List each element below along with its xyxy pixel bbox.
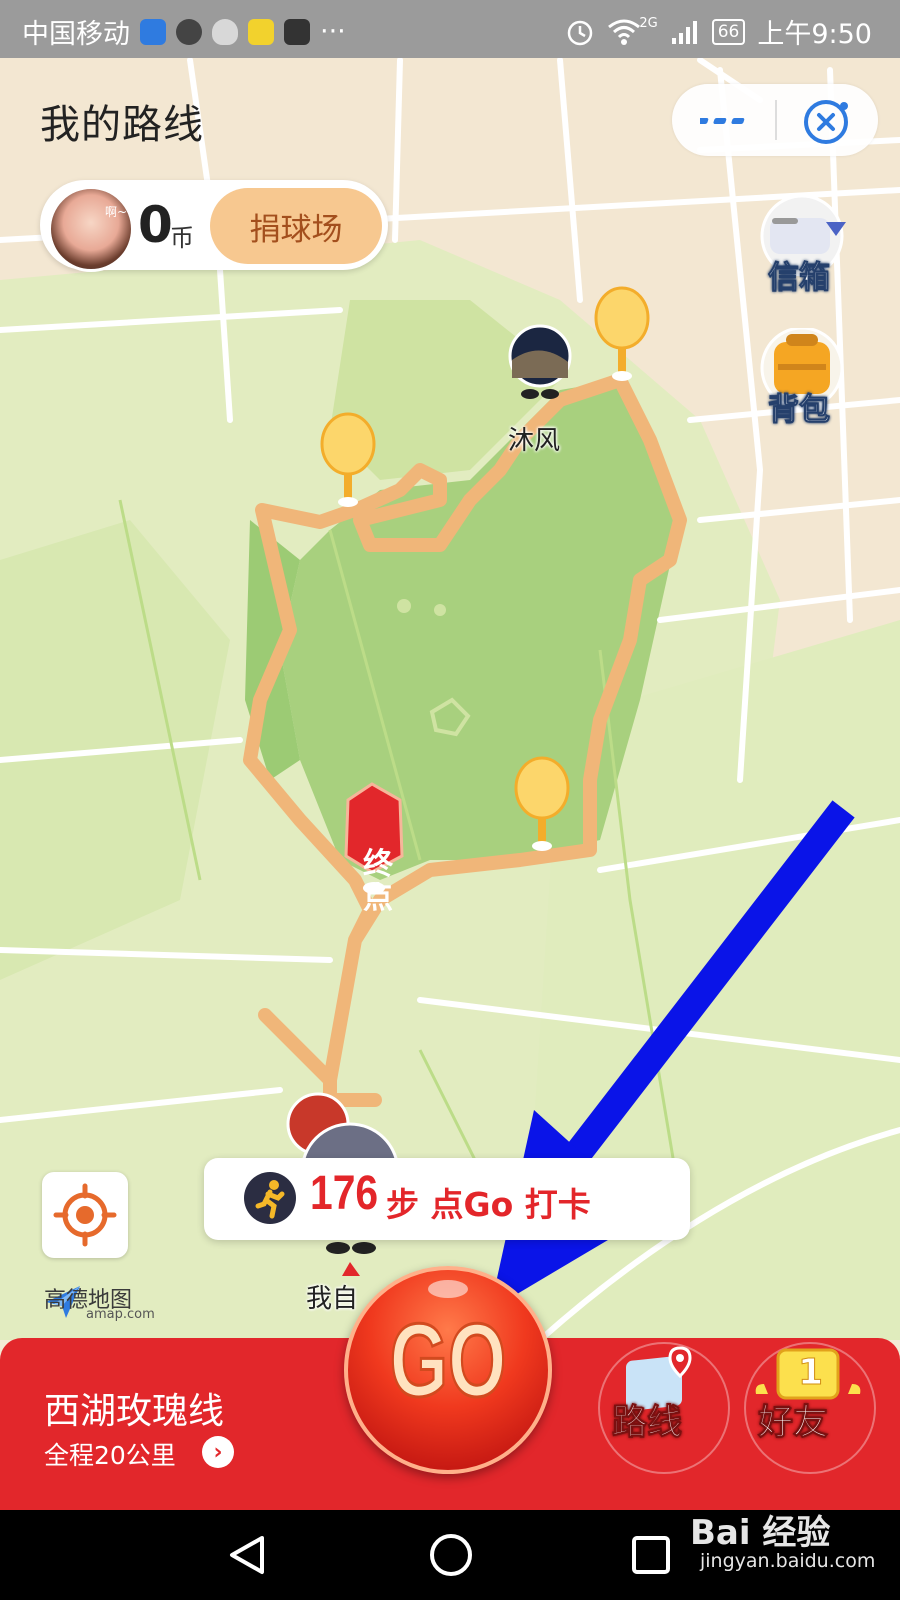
status-left: 中国移动 ··· (22, 12, 346, 51)
friend-name-label: 沐风 (508, 426, 561, 456)
more-notifications-icon: ··· (320, 16, 346, 47)
donate-button[interactable]: 捐球场 (210, 188, 382, 264)
me-label: 我自 (306, 1284, 359, 1314)
step-hint: 步 点Go 打卡 (386, 1185, 591, 1224)
avatar-tag: 啊~ (104, 205, 127, 219)
locate-icon (53, 1183, 117, 1247)
go-highlight (428, 1280, 468, 1298)
page-title: 我的路线 (40, 102, 204, 148)
mailbox-label: 信箱 (768, 260, 831, 297)
app-icon (248, 18, 274, 45)
network-type: 2G (639, 16, 658, 31)
coin-unit: 币 (170, 224, 194, 252)
toutiao-icon (284, 18, 310, 45)
friends-badge: 1 (797, 1352, 824, 1394)
more-button[interactable] (695, 96, 756, 144)
browser-app-icon (176, 18, 202, 45)
coin-count: 0 (138, 196, 173, 254)
home-icon[interactable] (428, 1532, 474, 1578)
route-button-label: 路线 (611, 1403, 683, 1444)
friends-button-label: 好友 (757, 1403, 829, 1444)
more-dots-icon (695, 118, 745, 124)
friends-button[interactable]: 1 好友 (744, 1342, 876, 1474)
route-button[interactable]: 路线 (598, 1342, 730, 1474)
runner-icon (244, 1172, 296, 1224)
route-distance: 全程20公里 (44, 1441, 176, 1470)
locate-button[interactable] (42, 1172, 128, 1258)
status-right: 2G 66 上午9:50 (565, 12, 872, 51)
go-label: GO (389, 1302, 508, 1421)
amap-domain: amap.com (86, 1307, 155, 1322)
capsule-divider (775, 100, 777, 140)
carrier-label: 中国移动 (22, 19, 130, 50)
back-icon[interactable] (224, 1532, 270, 1578)
close-target-icon (804, 100, 848, 144)
route-detail-button[interactable]: › (202, 1436, 234, 1468)
battery-indicator: 66 (711, 18, 746, 45)
watermark: Bai 经验 (690, 1513, 831, 1553)
step-count: 176 (310, 1167, 379, 1220)
signal-icon (671, 20, 697, 44)
status-bar: 中国移动 ··· 2G 66 上午9:50 (0, 0, 900, 58)
recents-icon[interactable] (630, 1534, 672, 1576)
shield-app-icon (140, 18, 166, 45)
backpack-label: 背包 (768, 392, 831, 429)
alarm-icon (568, 20, 593, 45)
qq-icon (212, 18, 238, 45)
watermark-url: jingyan.baidu.com (700, 1550, 876, 1572)
clock: 上午9:50 (757, 19, 872, 50)
wifi-icon (608, 19, 641, 45)
backpack-button[interactable]: 背包 (756, 328, 852, 438)
route-name: 西湖玫瑰线 (44, 1391, 225, 1432)
close-button[interactable] (800, 96, 852, 148)
mailbox-button[interactable]: 信箱 (756, 196, 852, 306)
end-marker-label: 终点 (363, 847, 393, 916)
avatar[interactable]: 啊~ (48, 186, 134, 272)
